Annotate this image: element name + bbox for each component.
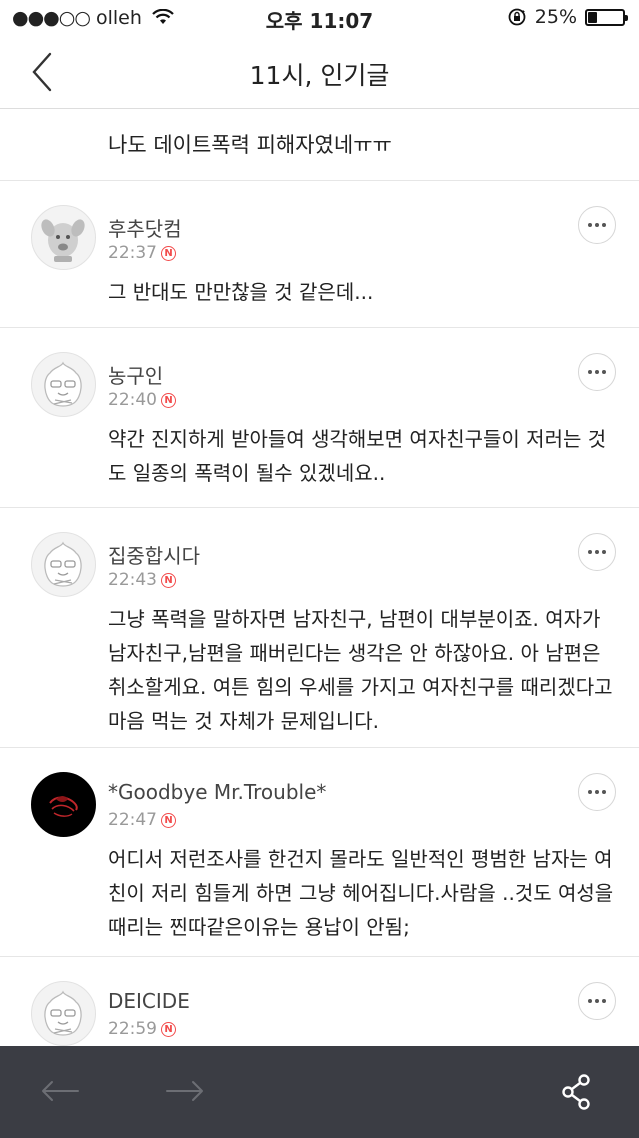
comment-time: 22:59 [108, 1019, 157, 1039]
comment-body: 약간 진지하게 받아들여 생각해보면 여자친구들이 저러는 것도 일종의 폭력이… [108, 427, 607, 485]
more-options-button[interactable] [578, 533, 616, 571]
orientation-lock-icon [508, 8, 526, 26]
nav-back-button[interactable] [40, 1076, 80, 1110]
share-button[interactable] [560, 1072, 592, 1116]
page-title: 11시, 인기글 [249, 61, 390, 90]
comment-meta: 22:37 N [108, 243, 176, 263]
dog-avatar-icon[interactable] [31, 205, 96, 270]
comment-time: 22:40 [108, 390, 157, 410]
share-icon [562, 1074, 590, 1110]
arrow-right-icon [166, 1081, 203, 1101]
comment-item: 집중합시다 22:43 N 그냥 폭력을 말하자면 남자친구, 남편이 대부분이… [0, 508, 639, 748]
battery-icon [585, 8, 628, 26]
navigation-bar: 11시, 인기글 [0, 36, 639, 109]
comment-body: 어디서 저런조사를 한건지 몰라도 일반적인 평범한 남자는 여친이 저리 힘들… [108, 847, 614, 939]
comment-author[interactable]: 집중합시다 [108, 540, 200, 569]
new-badge: N [161, 1021, 176, 1037]
bottom-toolbar [0, 1046, 639, 1138]
dark-emblem-avatar-icon[interactable] [31, 772, 96, 837]
comment-author[interactable]: 농구인 [108, 360, 163, 389]
more-options-button[interactable] [578, 773, 616, 811]
comment-time: 22:37 [108, 243, 157, 263]
more-options-button[interactable] [578, 982, 616, 1020]
comment-item: *Goodbye Mr.Trouble* 22:47 N 어디서 저런조사를 한… [0, 748, 639, 957]
comment-meta: 22:40 N [108, 390, 176, 410]
nav-forward-button[interactable] [165, 1076, 205, 1110]
comment-author[interactable]: 후추닷컴 [108, 213, 182, 242]
comment-author[interactable]: *Goodbye Mr.Trouble* [108, 780, 326, 804]
status-right: 25% [507, 6, 628, 28]
default-avatar-icon[interactable] [31, 981, 96, 1046]
new-badge: N [161, 812, 176, 828]
battery-percent: 25% [534, 6, 577, 28]
more-options-button[interactable] [578, 206, 616, 244]
comment-time: 22:47 [108, 810, 157, 830]
comment-item: 후추닷컴 22:37 N 그 반대도 만만찮을 것 같은데... [0, 181, 639, 328]
default-avatar-icon[interactable] [31, 352, 96, 417]
new-badge: N [161, 392, 176, 408]
more-options-button[interactable] [578, 353, 616, 391]
battery-level [588, 11, 597, 23]
comment-meta: 22:47 N [108, 810, 176, 830]
post-headline-text: 나도 데이트폭력 피해자였네ㅠㅠ [108, 133, 392, 157]
comment-body: 그냥 폭력을 말하자면 남자친구, 남편이 대부분이죠. 여자가 남자친구,남편… [108, 607, 613, 733]
comment-meta: 22:43 N [108, 570, 176, 590]
comment-item: 농구인 22:40 N 약간 진지하게 받아들여 생각해보면 여자친구들이 저러… [0, 328, 639, 508]
comment-time: 22:43 [108, 570, 157, 590]
status-bar: ●●●○○ olleh 오후 11:07 25% [0, 0, 639, 36]
new-badge: N [161, 572, 176, 588]
comment-body: 그 반대도 만만찮을 것 같은데... [108, 280, 374, 304]
new-badge: N [161, 245, 176, 261]
comment-meta: 22:59 N [108, 1019, 176, 1039]
comment-item: DEICIDE 22:59 N [0, 957, 639, 1046]
default-avatar-icon[interactable] [31, 532, 96, 597]
comment-author[interactable]: DEICIDE [108, 989, 190, 1013]
post-headline[interactable]: 나도 데이트폭력 피해자였네ㅠㅠ [0, 109, 639, 181]
arrow-left-icon [42, 1081, 79, 1101]
